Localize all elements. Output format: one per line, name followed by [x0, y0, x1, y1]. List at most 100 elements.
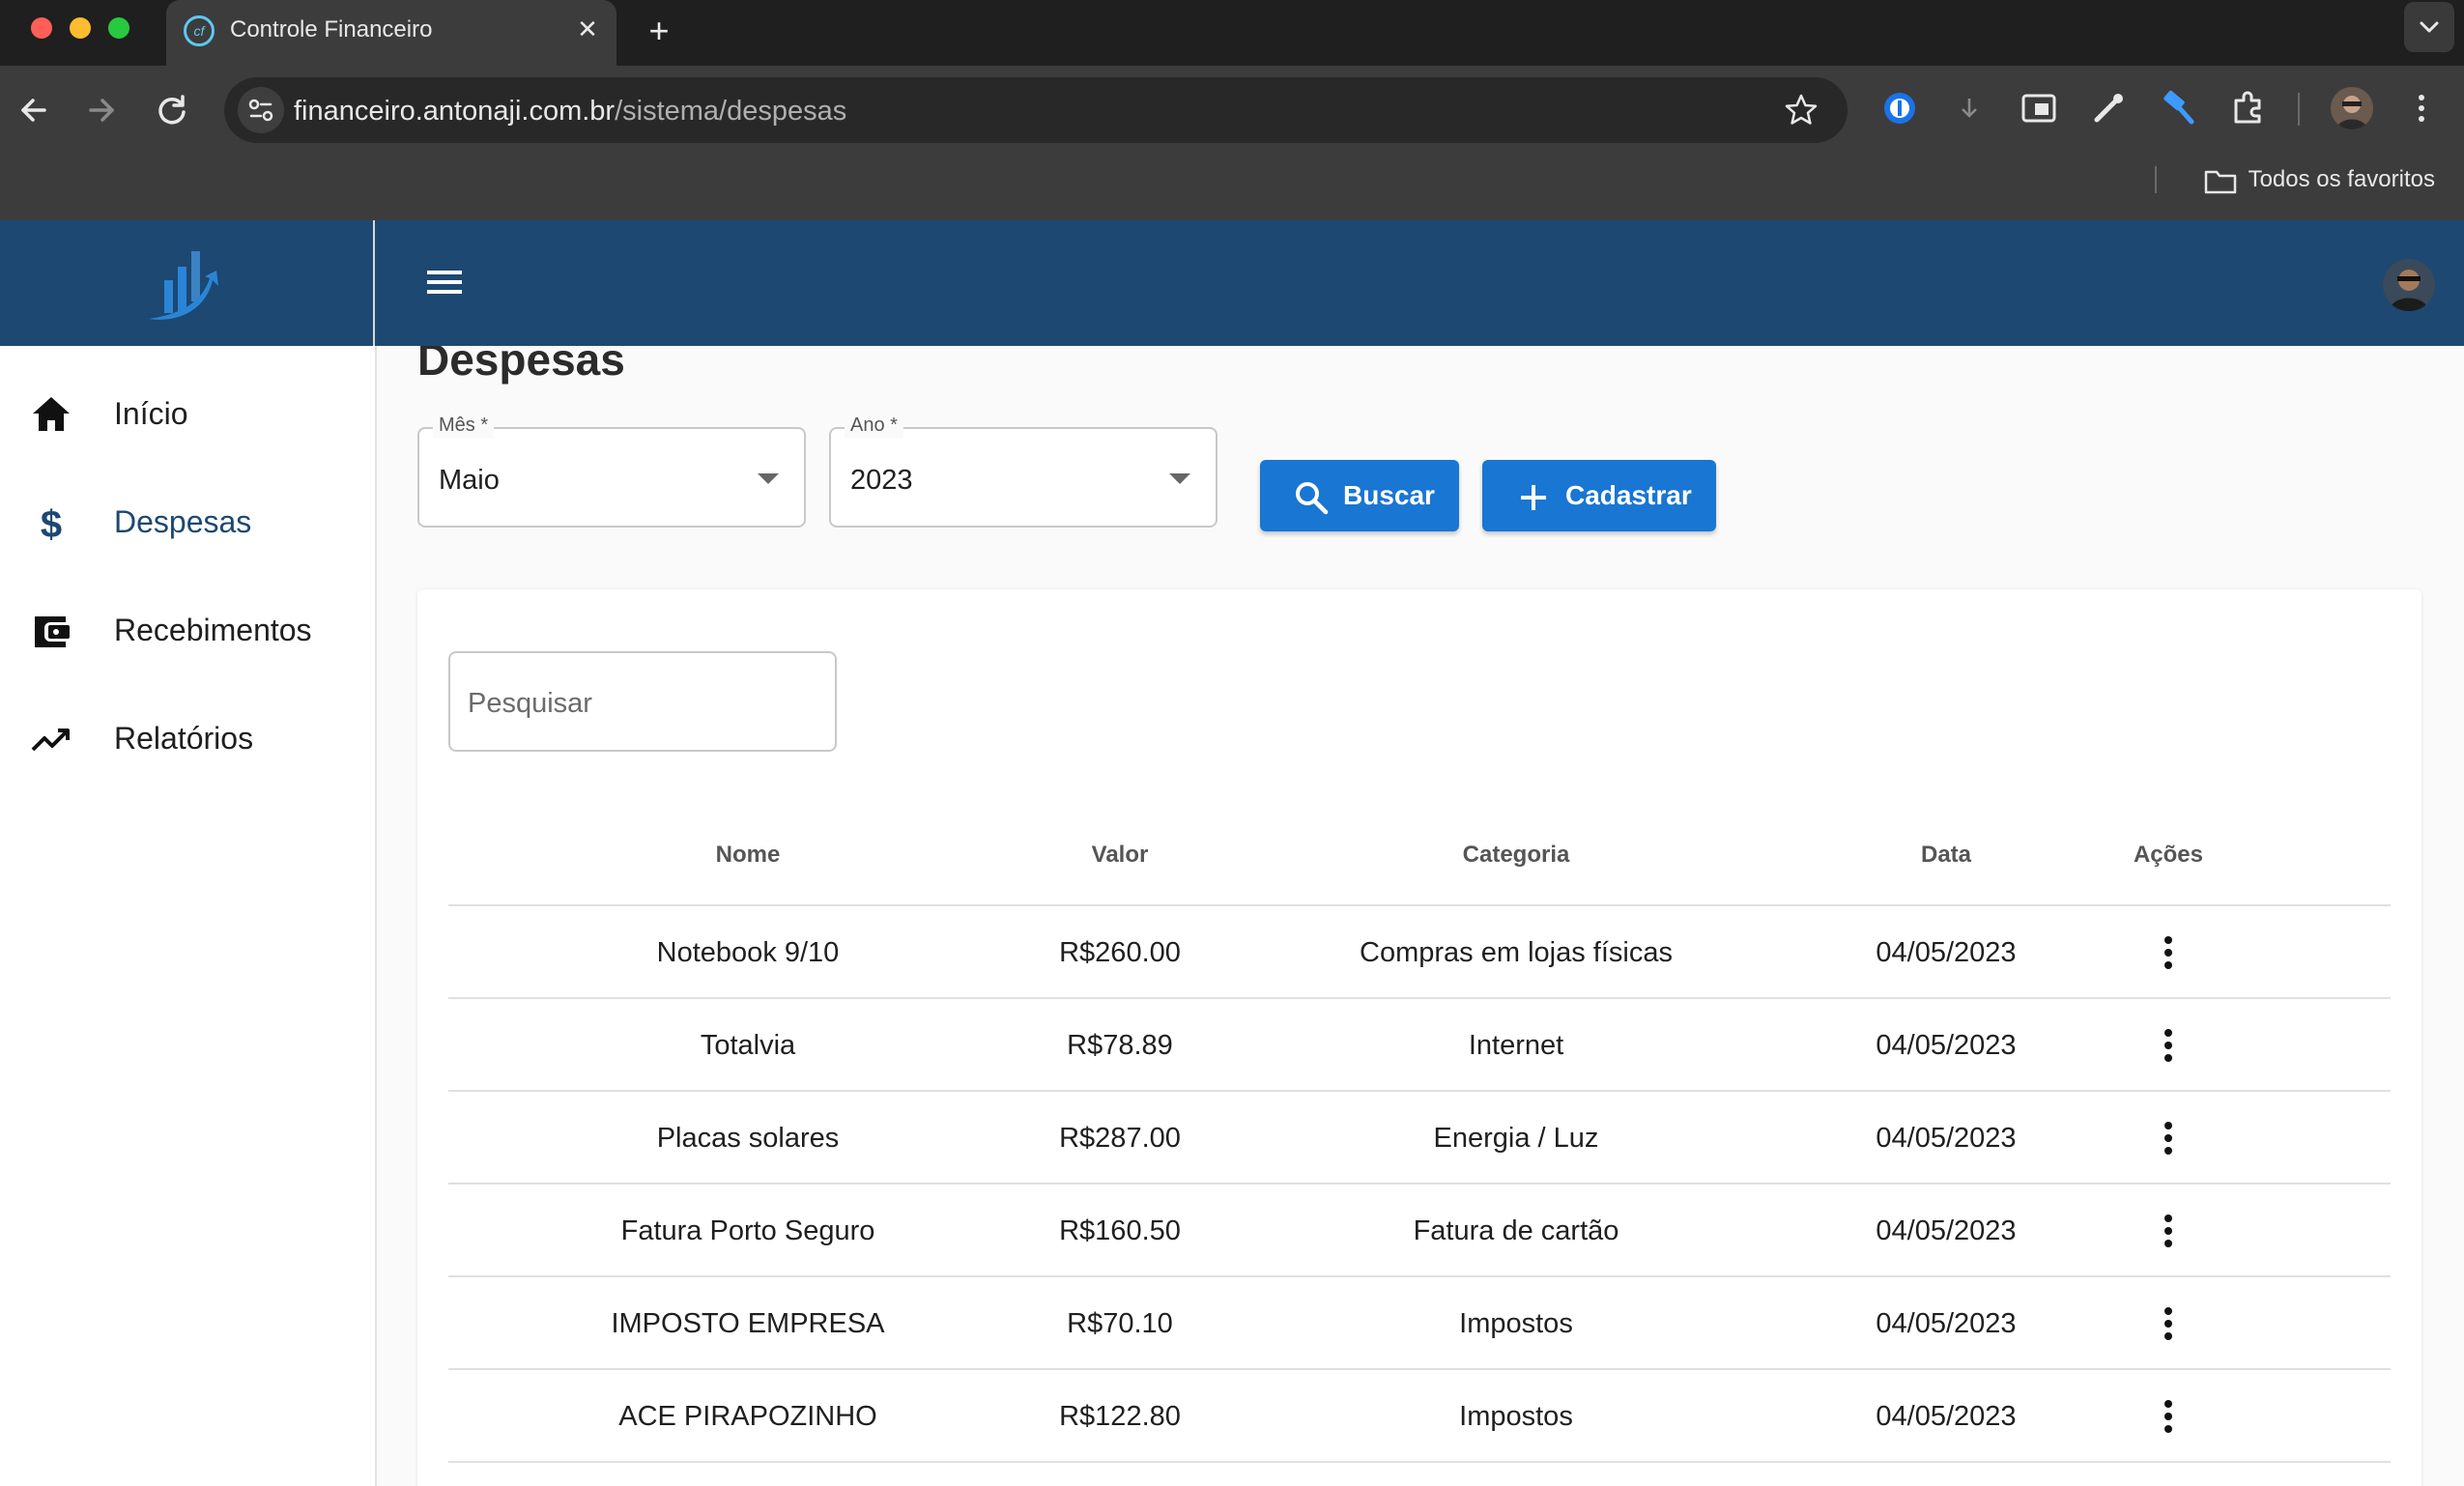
cell-categoria: Internet — [1468, 1030, 1564, 1061]
url-path: /sistema/despesas — [615, 96, 847, 127]
svg-text:$: $ — [41, 503, 62, 545]
search-button[interactable]: Buscar — [1260, 460, 1459, 531]
user-avatar[interactable] — [2383, 259, 2435, 311]
address-bar[interactable]: financeiro.antonaji.com.br/sistema/despe… — [224, 77, 1848, 143]
create-button-label: Cadastrar — [1565, 480, 1692, 510]
sidebar-item-label: Relatórios — [114, 721, 254, 756]
all-bookmarks-button[interactable]: Todos os favoritos — [2204, 162, 2435, 197]
more-actions-icon[interactable] — [2145, 1300, 2192, 1347]
bookmarks-separator — [2155, 166, 2157, 193]
app-logo-icon[interactable] — [135, 234, 232, 330]
column-header-categoria[interactable]: Categoria — [1192, 841, 1840, 870]
table-row: IMPOSTO EMPRESA R$70.10 Impostos 04/05/2… — [448, 1277, 2391, 1370]
expenses-card: Nome Valor Categoria Data Ações Notebook… — [417, 589, 2421, 1486]
tab-close-icon[interactable]: ✕ — [572, 14, 603, 44]
month-select[interactable]: Mês * Maio — [417, 412, 806, 528]
year-select[interactable]: Ano * 2023 — [829, 412, 1218, 528]
hammer-extension-icon[interactable] — [2157, 87, 2199, 129]
column-header-valor[interactable]: Valor — [1047, 841, 1192, 870]
more-actions-icon[interactable] — [2145, 1393, 2192, 1440]
cell-data: 04/05/2023 — [1876, 1030, 2017, 1061]
cell-categoria: Fatura de cartão — [1413, 1215, 1619, 1246]
picture-in-picture-icon[interactable] — [2018, 87, 2060, 129]
menu-toggle-button[interactable] — [421, 263, 468, 301]
download-icon[interactable] — [1948, 87, 1991, 129]
search-input[interactable] — [468, 684, 816, 723]
forward-button[interactable] — [79, 87, 126, 133]
search-button-label: Buscar — [1343, 480, 1435, 510]
password-manager-extension-icon[interactable] — [1878, 87, 1921, 129]
cell-valor: R$260.00 — [1059, 937, 1181, 968]
new-tab-button[interactable]: + — [640, 12, 678, 50]
home-icon — [33, 397, 70, 431]
cell-nome: Notebook 9/10 — [656, 937, 840, 968]
site-settings-icon[interactable] — [238, 87, 284, 133]
cell-nome: Fatura Porto Seguro — [620, 1215, 875, 1246]
hamburger-menu-icon — [427, 271, 462, 294]
minimize-window-button[interactable] — [70, 17, 91, 39]
url-host: financeiro.antonaji.com.br — [294, 96, 616, 127]
plus-icon — [1521, 485, 1546, 510]
browser-menu-icon[interactable] — [2400, 87, 2443, 129]
table-header-row: Nome Valor Categoria Data Ações — [448, 814, 2391, 906]
more-actions-icon[interactable] — [2145, 1022, 2192, 1069]
create-button[interactable]: Cadastrar — [1482, 460, 1716, 531]
bookmark-star-icon[interactable] — [1784, 93, 1819, 128]
cell-data: 04/05/2023 — [1876, 1401, 2017, 1432]
month-select-label: Mês * — [433, 412, 495, 439]
logo-area — [0, 220, 375, 346]
cell-valor: R$122.80 — [1059, 1401, 1181, 1432]
reload-button[interactable] — [149, 87, 195, 133]
color-picker-extension-icon[interactable] — [2087, 87, 2130, 129]
more-actions-icon[interactable] — [2145, 1115, 2192, 1161]
puzzle-extensions-icon[interactable] — [2226, 87, 2269, 129]
all-bookmarks-label: Todos os favoritos — [2248, 166, 2435, 192]
sidebar-item-relatorios[interactable]: Relatórios — [0, 690, 375, 786]
expenses-table: Nome Valor Categoria Data Ações Notebook… — [448, 814, 2391, 1463]
app-header — [0, 220, 2464, 346]
sidebar-item-inicio[interactable]: Início — [0, 365, 375, 462]
cell-categoria: Compras em lojas físicas — [1360, 937, 1673, 968]
cell-data: 04/05/2023 — [1876, 1215, 2017, 1246]
tab-search-button[interactable] — [2404, 2, 2454, 52]
column-header-nome[interactable]: Nome — [448, 841, 1047, 870]
url-text[interactable]: financeiro.antonaji.com.br/sistema/despe… — [294, 95, 846, 128]
cell-nome: IMPOSTO EMPRESA — [611, 1308, 885, 1339]
trending-up-icon — [31, 729, 70, 752]
table-row: Notebook 9/10 R$260.00 Compras em lojas … — [448, 906, 2391, 999]
reload-icon — [158, 95, 186, 125]
close-window-button[interactable] — [31, 17, 52, 39]
maximize-window-button[interactable] — [108, 17, 129, 39]
dollar-icon: $ — [41, 503, 62, 545]
more-actions-icon[interactable] — [2145, 929, 2192, 976]
sidebar-item-recebimentos[interactable]: Recebimentos — [0, 582, 375, 678]
profile-avatar[interactable] — [2331, 87, 2373, 129]
cell-nome: Totalvia — [700, 1030, 796, 1061]
cell-categoria: Impostos — [1459, 1308, 1573, 1339]
cell-valor: R$287.00 — [1059, 1123, 1181, 1154]
sidebar-item-despesas[interactable]: $ Despesas — [0, 473, 375, 570]
year-select-label: Ano * — [845, 412, 903, 439]
column-header-data[interactable]: Data — [1840, 841, 2052, 870]
back-button[interactable] — [10, 87, 56, 133]
toolbar-separator — [2298, 93, 2300, 126]
table-row: Fatura Porto Seguro R$160.50 Fatura de c… — [448, 1185, 2391, 1277]
sidebar: Início $ Despesas Recebimentos Relatório… — [0, 346, 377, 1486]
cell-nome: ACE PIRAPOZINHO — [618, 1401, 877, 1432]
sidebar-item-label: Início — [114, 396, 188, 431]
cell-nome: Placas solares — [656, 1123, 840, 1154]
cell-data: 04/05/2023 — [1876, 1123, 2017, 1154]
dropdown-arrow-icon — [1169, 473, 1190, 484]
arrow-right-icon — [89, 99, 114, 122]
cell-valor: R$70.10 — [1067, 1308, 1173, 1339]
more-actions-icon[interactable] — [2145, 1208, 2192, 1254]
table-row: Placas solares R$287.00 Energia / Luz 04… — [448, 1092, 2391, 1185]
browser-toolbar: financeiro.antonaji.com.br/sistema/despe… — [0, 66, 2464, 220]
folder-icon — [2204, 170, 2236, 193]
search-icon — [1296, 482, 1329, 515]
search-field[interactable] — [448, 651, 837, 752]
browser-tab-active[interactable]: cf Controle Financeiro ✕ — [166, 0, 616, 66]
cell-categoria: Impostos — [1459, 1401, 1573, 1432]
sidebar-item-label: Recebimentos — [114, 613, 312, 647]
favicon-icon: cf — [184, 15, 215, 46]
